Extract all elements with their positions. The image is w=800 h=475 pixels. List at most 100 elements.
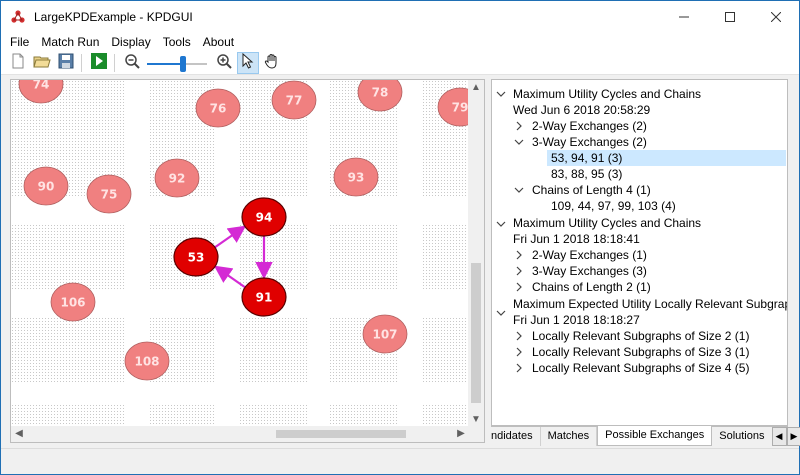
new-file-button[interactable] [7,52,29,74]
chevron-right-icon[interactable] [513,344,525,360]
tab-possible-exchanges[interactable]: Possible Exchanges [597,426,713,446]
tree-group-title[interactable]: Maximum Utility Cycles and Chains [513,86,701,102]
maximize-button[interactable] [707,1,753,32]
tab-matches[interactable]: Matches [540,427,598,446]
exchange-tree[interactable]: Maximum Utility Cycles and Chains Wed Ju… [491,79,788,426]
graph-node[interactable]: 90 [23,166,69,206]
node-label: 93 [348,171,365,185]
tab-candidates[interactable]: ndidates [491,427,541,446]
scroll-right-arrow-icon[interactable]: ▶ [454,427,468,441]
zoom-out-icon [124,53,140,72]
graph-node[interactable]: 76 [195,88,241,128]
node-label: 74 [33,80,50,92]
tab-scroll-left-icon[interactable]: ◀ [771,427,787,446]
chevron-down-icon[interactable] [513,182,525,198]
tree-item[interactable]: Locally Relevant Subgraphs of Size 3 (1) [532,344,749,360]
vertical-scrollbar[interactable]: ▲ ▼ [468,80,484,428]
tree-leaf[interactable]: 83, 88, 95 (3) [551,166,622,182]
scroll-up-arrow-icon[interactable]: ▲ [469,81,483,95]
menu-file[interactable]: File [1,35,35,49]
graph-view[interactable]: 74 76 77 78 79 90 75 92 93 94 53 91 106 107 108 ▲ ▼ ◀ … [10,79,485,443]
tree-group-title[interactable]: Maximum Utility Cycles and Chains [513,215,701,231]
menu-display[interactable]: Display [105,35,156,49]
node-label: 75 [101,188,118,202]
chevron-right-icon[interactable] [513,279,525,295]
minimize-button[interactable] [661,1,707,32]
tree-group-date[interactable]: Fri Jun 1 2018 18:18:27 [513,312,640,328]
open-folder-icon [33,53,51,72]
graph-node[interactable]: 75 [86,174,132,214]
menu-about[interactable]: About [197,35,240,49]
chevron-right-icon[interactable] [513,263,525,279]
tree-group-date[interactable]: Wed Jun 6 2018 20:58:29 [513,102,650,118]
vertical-scroll-thumb[interactable] [471,263,481,403]
tab-scroll-right-icon[interactable]: ▶ [786,427,800,446]
chevron-down-icon[interactable] [495,216,507,232]
chevron-down-icon[interactable] [495,86,507,102]
tree-leaf-selected[interactable]: 53, 94, 91 (3) [547,150,786,166]
graph-node[interactable]: 77 [271,80,317,120]
node-label: 92 [169,172,186,186]
run-button[interactable] [88,52,110,74]
open-button[interactable] [31,52,53,74]
zoom-slider[interactable] [147,52,207,74]
tree-group-title[interactable]: Maximum Expected Utility Locally Relevan… [513,296,787,312]
window-title: LargeKPDExample - KPDGUI [34,9,193,24]
scrollbar-corner [468,426,484,442]
graph-node[interactable]: 106 [50,282,96,322]
zoom-in-icon [216,53,232,72]
menu-bar: File Match Run Display Tools About [1,32,799,51]
chevron-right-icon[interactable] [513,360,525,376]
node-label: 79 [452,101,469,115]
node-label: 106 [60,296,85,310]
close-button[interactable] [753,1,799,32]
zoom-out-button[interactable] [121,52,143,74]
tree-group-date[interactable]: Fri Jun 1 2018 18:18:41 [513,231,640,247]
zoom-slider-thumb[interactable] [180,55,186,72]
tree-item[interactable]: 3-Way Exchanges (3) [532,263,647,279]
tree-item[interactable]: 2-Way Exchanges (2) [532,118,647,134]
chevron-right-icon[interactable] [513,247,525,263]
horizontal-scroll-thumb[interactable] [276,430,406,438]
graph-node[interactable]: 107 [362,314,408,354]
tree-item[interactable]: Chains of Length 2 (1) [532,279,651,295]
title-bar[interactable]: LargeKPDExample - KPDGUI [1,1,799,32]
graph-node[interactable]: 92 [154,158,200,198]
tree-item[interactable]: 3-Way Exchanges (2) [532,134,647,150]
node-label: 77 [286,94,303,108]
scroll-left-arrow-icon[interactable]: ◀ [12,427,26,441]
chevron-right-icon[interactable] [513,328,525,344]
exchange-edge[interactable] [213,225,247,249]
node-label: 91 [256,291,273,305]
grid-background [11,80,469,428]
save-button[interactable] [55,52,77,74]
hand-icon [264,53,280,72]
horizontal-scrollbar[interactable]: ◀ ▶ [11,426,469,442]
tab-solutions[interactable]: Solutions [712,427,772,446]
chevron-down-icon[interactable] [495,305,507,321]
hand-tool-button[interactable] [261,52,283,74]
tree-item[interactable]: 2-Way Exchanges (1) [532,247,647,263]
zoom-in-button[interactable] [213,52,235,74]
tree-item[interactable]: Chains of Length 4 (1) [532,182,651,198]
menu-tools[interactable]: Tools [157,35,197,49]
chevron-down-icon[interactable] [513,134,525,150]
graph-canvas[interactable]: 74 76 77 78 79 90 75 92 93 94 53 91 106 107 108 [11,80,469,428]
graph-node-selected[interactable]: 91 [241,277,287,317]
panel-tabs: ndidates Matches Possible Exchanges Solu… [491,426,800,446]
scroll-down-arrow-icon[interactable]: ▼ [469,413,483,427]
graph-node-selected[interactable]: 53 [173,237,219,277]
graph-node[interactable]: 108 [124,341,170,381]
node-label: 53 [188,251,205,265]
pointer-tool-button[interactable] [237,51,259,74]
run-icon [91,53,107,72]
node-label: 76 [210,102,227,116]
tree-item[interactable]: Locally Relevant Subgraphs of Size 2 (1) [532,328,749,344]
tree-leaf[interactable]: 109, 44, 97, 99, 103 (4) [551,198,676,214]
chevron-right-icon[interactable] [513,118,525,134]
tree-item[interactable]: Locally Relevant Subgraphs of Size 4 (5) [532,360,749,376]
menu-match-run[interactable]: Match Run [35,35,105,49]
node-label: 108 [134,355,159,369]
graph-node[interactable]: 93 [333,157,379,197]
graph-node-selected[interactable]: 94 [241,197,287,237]
